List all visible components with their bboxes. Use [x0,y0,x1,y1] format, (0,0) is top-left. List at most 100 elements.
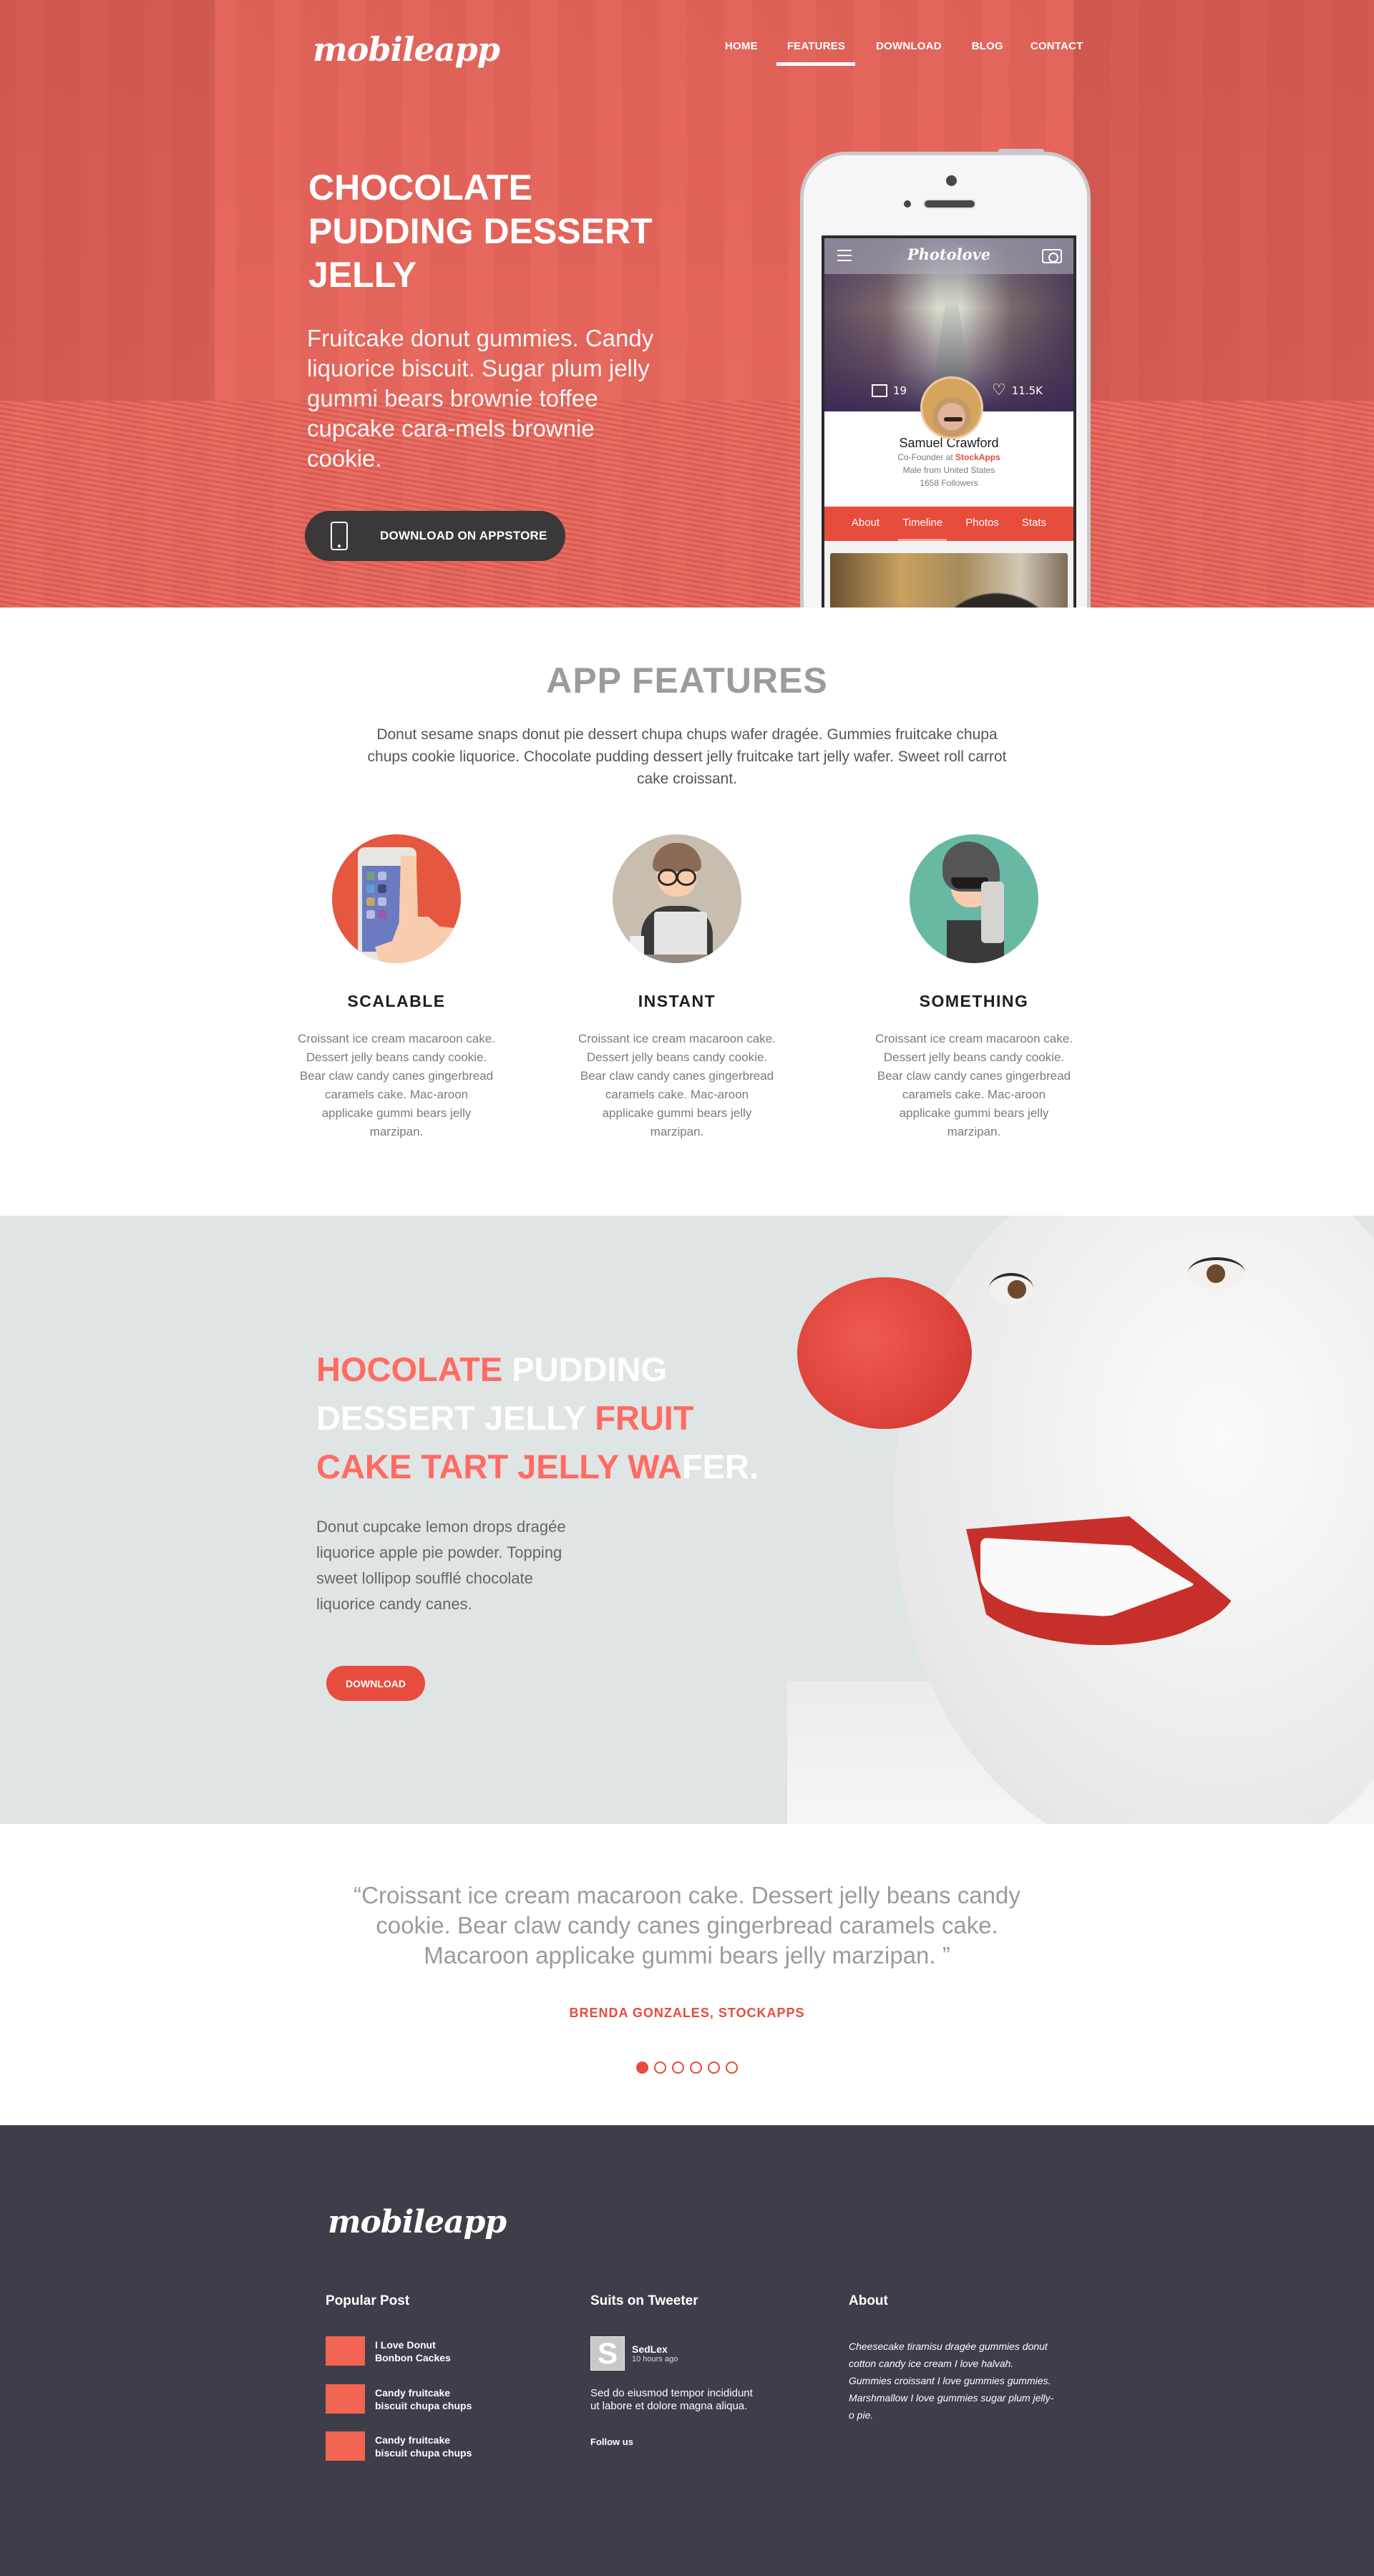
promo-title-part: CAKE TART JELLY WA [316,1448,682,1485]
background-building [0,0,215,401]
likes-stat: ♡ 11.5K [992,381,1043,399]
testimonial-pagination [0,2062,1374,2074]
camera-icon[interactable] [1042,249,1062,263]
features-description: Donut sesame snaps donut pie dessert chu… [367,726,1007,787]
app-title: Photolove [907,245,991,263]
touch-phone-illustration [332,834,461,963]
feature-something: SOMETHING Croissant ice cream macaroon c… [867,834,1081,1141]
promo-title-part: DESSERT JELLY [316,1399,595,1437]
feature-title: SCALABLE [347,992,446,1010]
post-thumbnail [326,2384,365,2414]
profile-role-prefix: Co-Founder at [897,452,956,462]
promo-title: HOCOLATE PUDDING DESSERT JELLY FRUIT CAK… [316,1345,817,1491]
profile-followers: 1658 Followers [920,478,978,488]
phone-power-key [998,149,1044,153]
phone-speaker [925,200,975,208]
main-nav: HOME FEATURES DOWNLOAD BLOG CONTACT [725,40,1083,66]
heart-icon: ♡ [992,381,1006,399]
clown-face-photo [787,1216,1374,1824]
popular-posts-title: Popular Post [326,2293,410,2308]
promo-title-part: FER. [681,1448,759,1485]
post-title: I Love Donut Bonbon Cackes [375,2338,451,2363]
background-building [1073,0,1374,401]
promo-title-part: FRUIT [595,1399,694,1437]
nav-home[interactable]: HOME [725,40,758,52]
popular-post-item[interactable]: I Love Donut Bonbon Cackes [326,2336,451,2366]
slide-dot-6[interactable] [726,2062,738,2074]
feature-title: SOMETHING [919,992,1029,1010]
footer: mobileapp Popular Post I Love Donut Bonbo… [0,2125,1374,2576]
follow-us-link[interactable]: Follow us [590,2436,633,2447]
slide-dot-1[interactable] [636,2062,648,2074]
slide-dot-5[interactable] [708,2062,720,2074]
footer-logo[interactable]: mobileapp [328,2204,507,2240]
phone-camera [946,175,957,186]
features-title: APP FEATURES [546,660,828,701]
nav-blog[interactable]: BLOG [972,40,1003,52]
tab-timeline[interactable]: Timeline [891,507,954,541]
promo-text: Donut cupcake lemon drops dragée liquori… [316,1518,566,1613]
clown-eye [989,1273,1033,1304]
background-street [0,401,1374,608]
selfie-guy-illustration [910,834,1038,963]
feature-text: Croissant ice cream macaroon cake. Desse… [298,1032,495,1138]
nav-contact[interactable]: CONTACT [1030,40,1083,52]
tab-photos[interactable]: Photos [954,507,1010,541]
download-appstore-button[interactable]: DOWNLOAD ON APPSTORE [305,511,565,561]
clown-nose [797,1277,972,1429]
developer-laptop-illustration [613,834,741,963]
tweets-title: Suits on Tweeter [590,2293,698,2308]
phone-screen: Photolove 19 ♡ 11.5K Samuel Crawford Co-… [822,235,1076,608]
feature-instant: INSTANT Croissant ice cream macaroon cak… [570,834,784,1141]
smartphone-icon [331,522,348,550]
photos-stat: 19 [872,384,907,397]
nav-download[interactable]: DOWNLOAD [876,40,942,52]
feature-text: Croissant ice cream macaroon cake. Desse… [875,1032,1073,1138]
tweet-avatar[interactable]: S [590,2336,625,2371]
hero-text: Fruitcake donut gummies. Candy liquorice… [307,325,654,472]
slide-dot-3[interactable] [672,2062,684,2074]
about-text: Cheesecake tiramisu dragée gummies donut… [849,2341,1054,2421]
hero-section: mobileapp HOME FEATURES DOWNLOAD BLOG CO… [0,0,1374,608]
profile-tabs: About Timeline Photos Stats [824,507,1073,541]
promo-section [0,1216,1374,1824]
nav-features[interactable]: FEATURES [776,40,856,66]
about-title: About [849,2293,888,2308]
promo-title-part: HOCOLATE [316,1350,512,1388]
tweet-time: 10 hours ago [632,2355,678,2363]
download-appstore-label: DOWNLOAD ON APPSTORE [380,529,547,542]
promo-title-part: PUDDING [512,1350,668,1388]
post-thumbnail [326,2336,365,2366]
feature-text: Croissant ice cream macaroon cake. Desse… [578,1032,776,1138]
tab-about[interactable]: About [840,507,891,541]
slide-dot-4[interactable] [690,2062,702,2074]
phone-sensor [904,200,911,208]
timeline-photo-card[interactable] [830,553,1068,608]
about-widget: About Cheesecake tiramisu dragée gummies… [849,2293,1056,2421]
tweets-widget: Suits on Tweeter S SedLex 10 hours ago S… [590,2293,776,2447]
profile-avatar[interactable] [920,376,983,439]
popular-posts: Popular Post I Love Donut Bonbon Cackes C… [326,2293,540,2461]
tweet-text: Sed do eiusmod tempor incididunt ut labo… [590,2387,753,2412]
hero-title: CHOCOLATE PUDDING DESSERT JELLY [308,167,653,295]
tweet-header: S SedLex 10 hours ago [590,2336,678,2371]
tweet-user[interactable]: SedLex [632,2343,678,2355]
tab-stats[interactable]: Stats [1010,507,1058,541]
site-logo[interactable]: mobileapp [313,30,500,69]
slide-dot-2[interactable] [654,2062,666,2074]
profile-role: Co-Founder at StockApps [824,451,1073,464]
testimonial-quote: “Croissant ice cream macaroon cake. Dess… [354,1882,1020,1968]
feature-title: INSTANT [638,992,716,1010]
testimonial-author: BRENDA GONZALES, STOCKAPPS [569,2006,805,2020]
profile-company-link[interactable]: StockApps [955,452,1000,462]
feature-scalable: SCALABLE Croissant ice cream macaroon ca… [289,834,504,1141]
photos-count: 19 [893,384,907,397]
phone-mockup: Photolove 19 ♡ 11.5K Samuel Crawford Co-… [800,149,1091,608]
image-icon [872,384,887,397]
clown-eye [1188,1257,1245,1289]
popular-post-item[interactable]: Candy fruitcake biscuit chupa chups [326,2431,472,2461]
popular-post-item[interactable]: Candy fruitcake biscuit chupa chups [326,2384,472,2414]
likes-count: 11.5K [1011,384,1043,397]
promo-download-button[interactable]: DOWNLOAD [326,1666,425,1701]
post-thumbnail [326,2431,365,2461]
